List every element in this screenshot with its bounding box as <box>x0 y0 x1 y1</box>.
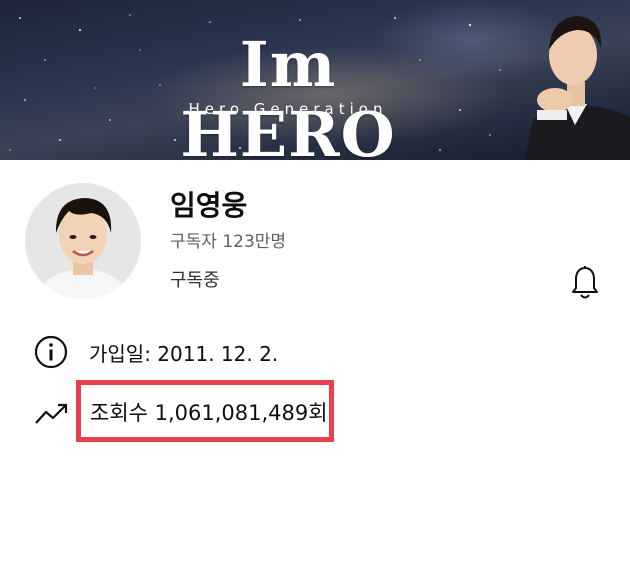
banner-title: Im HERO <box>180 28 396 161</box>
banner-subtitle: Hero Generation <box>188 100 388 118</box>
channel-banner: Im HERO Hero Generation <box>0 0 630 160</box>
total-views-text: 조회수 1,061,081,489회 <box>90 401 328 425</box>
notification-bell-button[interactable] <box>567 264 603 302</box>
bell-icon <box>572 266 598 299</box>
views-row <box>33 395 71 431</box>
subscribe-status-button[interactable]: 구독중 <box>170 268 220 294</box>
info-circle-icon <box>34 335 68 369</box>
avatar-photo <box>25 183 141 299</box>
join-date-row: 가입일: 2011. 12. 2. <box>33 334 278 370</box>
join-date-text: 가입일: 2011. 12. 2. <box>89 341 279 366</box>
channel-avatar[interactable] <box>25 183 141 299</box>
banner-artist-image <box>525 16 630 160</box>
subscriber-count: 구독자 123만명 <box>170 232 287 252</box>
channel-name: 임영웅 <box>170 189 248 222</box>
trending-arrow-icon <box>35 403 68 424</box>
